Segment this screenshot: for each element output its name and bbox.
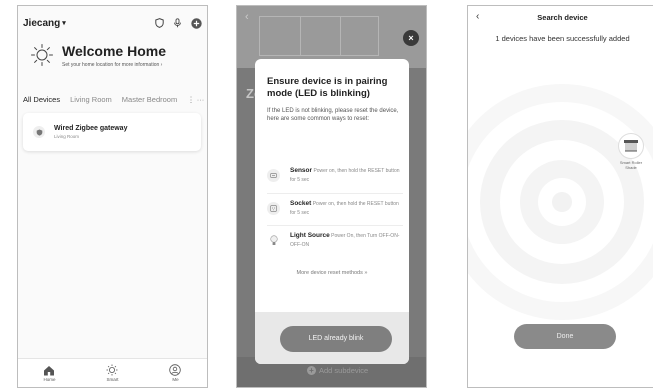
back-arrow-icon[interactable]: ‹ [245, 11, 249, 23]
add-subdevice-label: Add subdevice [319, 366, 369, 375]
tab-master-bedroom[interactable]: Master Bedroom [122, 95, 177, 104]
top-icons [155, 17, 202, 29]
nav-me[interactable]: Me [169, 364, 182, 382]
page-title: Search device [537, 13, 588, 22]
pairing-dialog: Ensure device is in pairing mode (LED is… [255, 59, 409, 364]
plus-icon: + [307, 366, 316, 375]
home-name: Jiecang [23, 17, 61, 29]
home-icon [44, 365, 55, 375]
roller-shade-icon [618, 133, 644, 159]
reset-method-text: Socket Power on, then hold the RESET but… [290, 200, 399, 217]
close-icon[interactable]: × [403, 30, 419, 46]
nav-home-label: Home [43, 376, 56, 382]
reset-method-sensor: Sensor Power on, then hold the RESET but… [267, 161, 403, 193]
microphone-icon[interactable] [173, 18, 182, 28]
bottom-nav: Home Smart Me [18, 358, 207, 387]
nav-smart[interactable]: Smart [106, 364, 119, 382]
room-tabs: All Devices Living Room Master Bedroom ⋮… [23, 91, 205, 107]
device-room: Living Room [54, 134, 80, 139]
led-already-blink-button[interactable]: LED already blink [280, 326, 392, 352]
sun-icon [31, 44, 53, 66]
dialog-description: If the LED is not blinking, please reset… [267, 108, 399, 123]
welcome-text: Welcome Home Set your home location for … [62, 43, 166, 68]
nav-smart-label: Smart [106, 377, 119, 382]
profile-icon [169, 364, 182, 376]
smart-sun-icon [106, 364, 118, 376]
reset-method-socket: Socket Power on, then hold the RESET but… [267, 193, 403, 225]
nav-me-label: Me [172, 377, 179, 382]
background-window [259, 16, 379, 56]
home-screen: Jiecang ▾ Welcome Home Set your home loc… [17, 5, 208, 388]
gateway-icon [33, 126, 45, 138]
device-name: Wired Zigbee gateway [54, 125, 128, 132]
home-selector[interactable]: Jiecang ▾ [23, 18, 66, 29]
reset-method-light: Light Source Power On, then Turn OFF-ON-… [267, 225, 403, 257]
dialog-footer: LED already blink [255, 312, 409, 364]
reset-method-name: Socket [290, 200, 312, 207]
more-reset-methods-link[interactable]: More device reset methods » [255, 270, 409, 276]
sensor-icon [267, 169, 280, 182]
done-button[interactable]: Done [514, 324, 616, 349]
found-device[interactable]: Smart Roller Shade [614, 133, 648, 171]
chevron-down-icon: ▾ [62, 20, 66, 27]
socket-icon [267, 202, 280, 215]
radar-rings [468, 84, 653, 320]
welcome-subtitle: Set your home location for more informat… [62, 61, 163, 68]
add-icon[interactable] [191, 17, 202, 29]
pairing-screen: ‹ Ze + Add subdevice × Ensure device is … [236, 5, 427, 388]
device-card[interactable]: Wired Zigbee gateway Living Room [23, 113, 201, 151]
found-device-name: Smart Roller Shade [619, 160, 643, 170]
dialog-title: Ensure device is in pairing mode (LED is… [267, 76, 388, 99]
device-info: Wired Zigbee gateway Living Room [54, 125, 127, 139]
nav-home[interactable]: Home [43, 365, 56, 382]
shield-icon[interactable] [155, 18, 164, 28]
search-header: ‹ Search device [468, 11, 653, 25]
welcome-banner[interactable]: Welcome Home Set your home location for … [30, 38, 201, 72]
reset-method-name: Sensor [290, 167, 313, 174]
home-top-bar: Jiecang ▾ [23, 14, 202, 32]
reset-method-text: Light Source Power On, then Turn OFF-ON-… [290, 232, 400, 249]
tab-more[interactable]: ⋮ ··· [187, 95, 204, 104]
search-status: 1 devices have been successfully added [495, 34, 630, 43]
tab-all-devices[interactable]: All Devices [23, 95, 60, 104]
reset-method-text: Sensor Power on, then hold the RESET but… [290, 167, 400, 184]
reset-method-name: Light Source [290, 232, 330, 239]
bulb-icon [267, 234, 280, 247]
tab-living-room[interactable]: Living Room [70, 95, 112, 104]
welcome-title: Welcome Home [62, 42, 166, 59]
search-device-screen: ‹ Search device 1 devices have been succ… [467, 5, 653, 388]
add-subdevice-button: + Add subdevice [307, 366, 368, 375]
chevron-right-icon: › [160, 61, 163, 68]
